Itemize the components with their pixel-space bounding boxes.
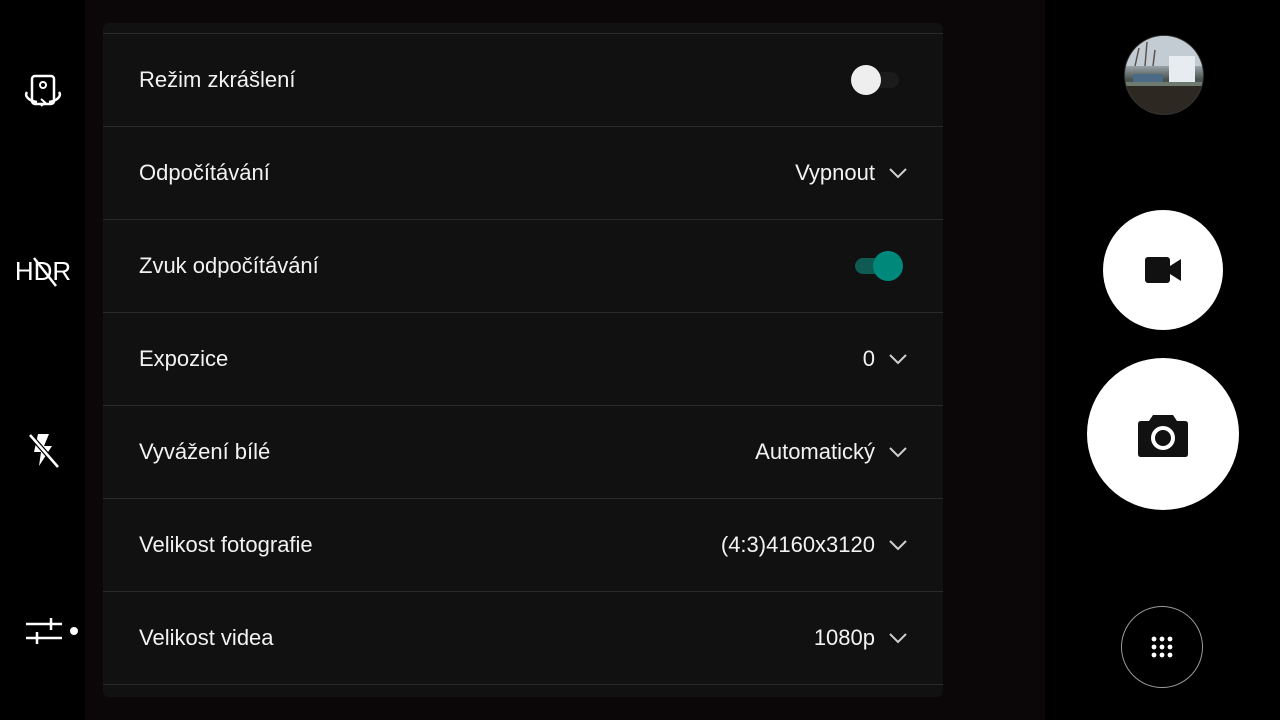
shutter-button[interactable] [1087, 358, 1239, 510]
gallery-thumbnail[interactable] [1124, 35, 1204, 115]
setting-exposure[interactable]: Expozice 0 [103, 313, 943, 406]
setting-value[interactable]: (4:3)4160x3120 [721, 532, 875, 558]
chevron-down-icon[interactable] [889, 446, 907, 458]
grid-dots-icon [1151, 636, 1173, 658]
camera-switch-icon [23, 73, 63, 111]
setting-label: Odpočítávání [139, 160, 270, 185]
setting-label: Zvuk odpočítávání [139, 253, 319, 278]
chevron-down-icon[interactable] [889, 632, 907, 644]
toggle-thumb [851, 65, 881, 95]
setting-photo-size[interactable]: Velikost fotografie (4:3)4160x3120 [103, 499, 943, 592]
camera-icon [1138, 415, 1188, 457]
setting-label: Vyvážení bílé [139, 439, 271, 464]
setting-video-size[interactable]: Velikost videa 1080p [103, 592, 943, 685]
hdr-toggle-button[interactable]: HDR [14, 252, 72, 290]
video-record-button[interactable] [1103, 210, 1223, 330]
gallery-preview-image [1125, 36, 1203, 114]
sliders-icon [26, 618, 78, 644]
setting-value[interactable]: 0 [863, 346, 875, 372]
chevron-down-icon[interactable] [889, 539, 907, 551]
more-modes-button[interactable] [1121, 606, 1203, 688]
setting-value[interactable]: 1080p [814, 625, 875, 651]
beauty-mode-toggle[interactable] [851, 64, 901, 96]
setting-white-balance[interactable]: Vyvážení bílé Automatický [103, 406, 943, 499]
setting-countdown[interactable]: Odpočítávání Vypnout [103, 127, 943, 220]
setting-value[interactable]: Vypnout [795, 160, 875, 186]
toggle-thumb [873, 251, 903, 281]
setting-countdown-sound[interactable]: Zvuk odpočítávání [103, 220, 943, 313]
settings-button[interactable] [24, 614, 82, 648]
flash-toggle-button[interactable] [24, 430, 62, 470]
setting-value[interactable]: Automatický [755, 439, 875, 465]
settings-panel: Režim zkrášlení Odpočítávání Vypnout Zvu… [103, 23, 943, 697]
video-camera-icon [1145, 257, 1181, 283]
setting-label: Velikost videa [139, 625, 274, 650]
hdr-off-icon: HDR [15, 256, 71, 287]
flash-off-icon [28, 433, 60, 469]
setting-label: Expozice [139, 346, 229, 371]
countdown-sound-toggle[interactable] [853, 250, 903, 282]
switch-camera-button[interactable] [22, 72, 64, 112]
chevron-down-icon[interactable] [889, 353, 907, 365]
setting-label: Velikost fotografie [139, 532, 313, 557]
setting-beauty-mode[interactable]: Režim zkrášlení [103, 34, 943, 127]
setting-label: Režim zkrášlení [139, 67, 296, 92]
chevron-down-icon[interactable] [889, 167, 907, 179]
